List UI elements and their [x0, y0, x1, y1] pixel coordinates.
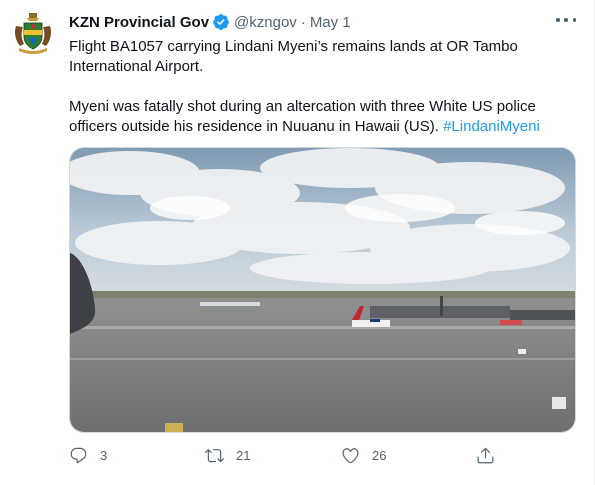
like-button[interactable]: 26: [341, 444, 386, 466]
tweet-text-paragraph-2: Myeni was fatally shot during an alterca…: [69, 97, 577, 137]
tweet-text: Flight BA1057 carrying Lindani Myeni’s r…: [69, 37, 577, 137]
like-count: 26: [372, 447, 387, 463]
retweet-icon: [205, 448, 224, 462]
reply-button[interactable]: 3: [69, 444, 107, 466]
more-options-icon[interactable]: [556, 16, 576, 24]
verified-badge-icon: [212, 13, 230, 31]
hashtag-link[interactable]: #LindaniMyeni: [443, 118, 540, 135]
tweet-card[interactable]: KZN Provincial Gov @kzngov · May 1 Fligh…: [0, 0, 595, 485]
tweet-text-paragraph-1: Flight BA1057 carrying Lindani Myeni’s r…: [69, 38, 518, 75]
reply-count: 3: [100, 447, 108, 463]
separator-dot: ·: [300, 13, 306, 31]
retweet-count: 21: [236, 447, 251, 463]
tweet-actions: 3 21 26: [69, 444, 499, 466]
heart-icon: [342, 447, 359, 463]
coat-of-arms-icon[interactable]: [10, 10, 56, 56]
share-button[interactable]: [476, 444, 495, 466]
tweet-header: KZN Provincial Gov @kzngov · May 1: [69, 10, 351, 34]
tweet-date[interactable]: May 1: [310, 14, 351, 31]
reply-icon: [70, 447, 87, 463]
share-icon: [477, 447, 494, 463]
retweet-button[interactable]: 21: [205, 444, 250, 466]
author-name[interactable]: KZN Provincial Gov: [69, 14, 209, 31]
author-handle[interactable]: @kzngov: [234, 14, 297, 31]
tweet-video-media[interactable]: [69, 147, 576, 433]
